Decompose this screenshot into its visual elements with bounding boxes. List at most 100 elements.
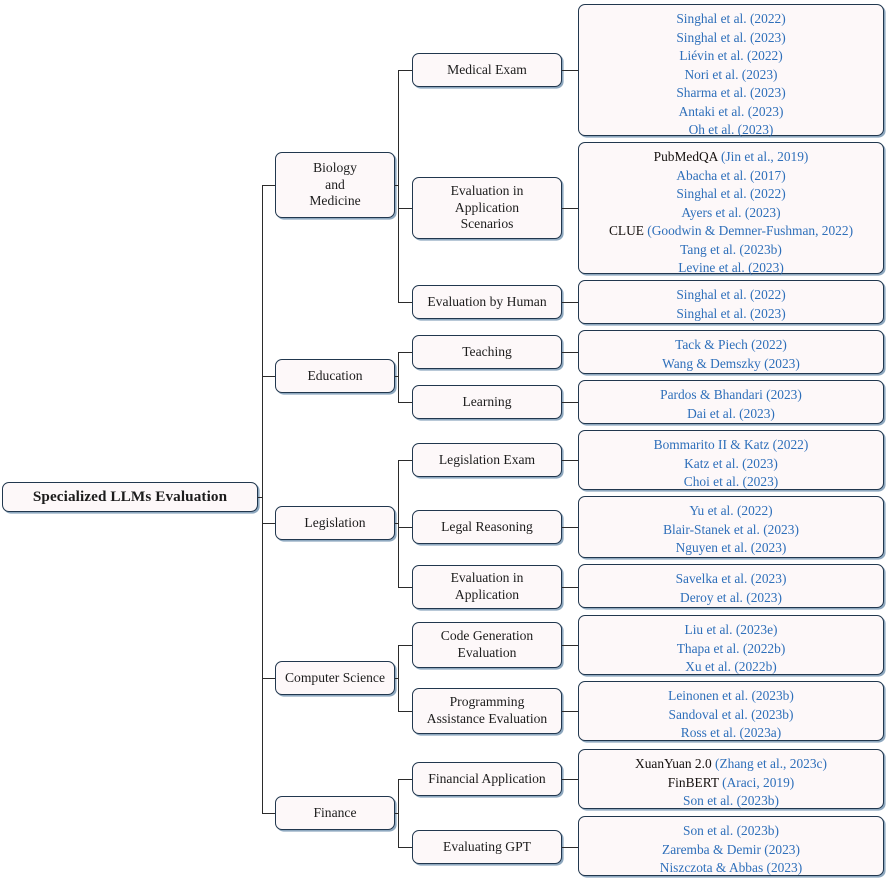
reference-item: Pardos & Bhandari (2023) bbox=[585, 386, 877, 405]
connector-category-to-references bbox=[562, 352, 578, 353]
citation-text: Son et al. (2023b) bbox=[683, 793, 779, 809]
connector-branch-spine bbox=[398, 352, 399, 402]
branch-node-finance[interactable]: Finance bbox=[275, 796, 395, 830]
branch-node-legislation[interactable]: Legislation bbox=[275, 506, 395, 540]
reference-item: Tack & Piech (2022) bbox=[585, 336, 877, 355]
reference-list-teaching[interactable]: Tack & Piech (2022) Wang & Demszky (2023) bbox=[578, 330, 884, 374]
category-node-teaching[interactable]: Teaching bbox=[412, 335, 562, 369]
category-node-programming-assistance-evaluation[interactable]: Programming Assistance Evaluation bbox=[412, 688, 562, 734]
reference-list-legislation-exam[interactable]: Bommarito II & Katz (2022) Katz et al. (2… bbox=[578, 430, 884, 490]
reference-item: Tang et al. (2023b) bbox=[585, 241, 877, 260]
reference-item: Abacha et al. (2017) bbox=[585, 167, 877, 186]
category-node-medical-exam[interactable]: Medical Exam bbox=[412, 53, 562, 87]
benchmark-name-text: FinBERT bbox=[667, 774, 723, 790]
reference-item: Sandoval et al. (2023b) bbox=[585, 706, 877, 725]
reference-item: Sharma et al. (2023) bbox=[585, 84, 877, 103]
connector-category-to-references bbox=[562, 208, 578, 209]
citation-text: Yu et al. (2022) bbox=[689, 503, 773, 518]
connector-branch-to-category bbox=[398, 208, 412, 209]
reference-list-evaluation-in-application[interactable]: Savelka et al. (2023) Deroy et al. (2023) bbox=[578, 564, 884, 608]
reference-list-programming-assistance-evaluation[interactable]: Leinonen et al. (2023b) Sandoval et al. (… bbox=[578, 681, 884, 741]
taxonomy-diagram: Specialized LLMs Evaluation Biology and Med… bbox=[0, 0, 887, 881]
benchmark-name-text: XuanYuan 2.0 bbox=[635, 756, 716, 771]
reference-list-financial-application[interactable]: XuanYuan 2.0 (Zhang et al., 2023c) FinBER… bbox=[578, 749, 884, 809]
category-node-label: Legal Reasoning bbox=[441, 518, 533, 534]
reference-item: Nguyen et al. (2023) bbox=[585, 539, 877, 558]
root-node-specialized-llms-evaluation[interactable]: Specialized LLMs Evaluation bbox=[2, 482, 258, 512]
category-node-code-generation-evaluation[interactable]: Code Generation Evaluation bbox=[412, 622, 562, 668]
category-node-learning[interactable]: Learning bbox=[412, 385, 562, 419]
reference-item: Savelka et al. (2023) bbox=[585, 570, 877, 589]
citation-text: Nguyen et al. (2023) bbox=[675, 540, 787, 556]
connector-branch-to-category bbox=[398, 847, 412, 848]
citation-text: Sharma et al. (2023) bbox=[676, 85, 786, 101]
reference-item: XuanYuan 2.0 (Zhang et al., 2023c) bbox=[585, 755, 877, 774]
reference-list-legal-reasoning[interactable]: Yu et al. (2022) Blair-Stanek et al. (202… bbox=[578, 496, 884, 558]
citation-text: Bommarito II & Katz (2022) bbox=[653, 437, 809, 452]
citation-text: Antaki et al. (2023) bbox=[678, 103, 784, 119]
citation-text: Blair-Stanek et al. (2023) bbox=[663, 521, 799, 537]
reference-list-evaluation-in-application-scenarios[interactable]: PubMedQA (Jin et al., 2019) Abacha et al.… bbox=[578, 142, 884, 275]
reference-item: Wang & Demszky (2023) bbox=[585, 355, 877, 374]
branch-node-biology-and-medicine[interactable]: Biology and Medicine bbox=[275, 152, 395, 218]
connector-branch-spine bbox=[398, 645, 399, 711]
reference-list-learning[interactable]: Pardos & Bhandari (2023) Dai et al. (2023… bbox=[578, 380, 884, 424]
reference-list-evaluation-by-human[interactable]: Singhal et al. (2022) Singhal et al. (202… bbox=[578, 280, 884, 324]
reference-item: Leinonen et al. (2023b) bbox=[585, 687, 877, 706]
citation-text: Tang et al. (2023b) bbox=[680, 241, 782, 257]
citation-text: Leinonen et al. (2023b) bbox=[668, 688, 794, 703]
category-node-evaluation-by-human[interactable]: Evaluation by Human bbox=[412, 285, 562, 319]
citation-text: Sandoval et al. (2023b) bbox=[668, 706, 794, 722]
citation-text: Ayers et al. (2023) bbox=[681, 204, 781, 220]
reference-item: Bommarito II & Katz (2022) bbox=[585, 436, 877, 455]
reference-list-evaluating-gpt[interactable]: Son et al. (2023b) Zaremba & Demir (2023)… bbox=[578, 816, 884, 876]
reference-item: Blair-Stanek et al. (2023) bbox=[585, 521, 877, 540]
connector-branch-spine bbox=[398, 70, 399, 302]
category-node-label: Evaluating GPT bbox=[443, 838, 531, 854]
connector-branch-to-category bbox=[398, 711, 412, 712]
connector-category-to-references bbox=[562, 587, 578, 588]
category-node-label: Legislation Exam bbox=[438, 451, 536, 467]
citation-text: Thapa et al. (2022b) bbox=[676, 640, 786, 656]
reference-item: FinBERT (Araci, 2019) bbox=[585, 774, 877, 793]
category-node-financial-application[interactable]: Financial Application bbox=[412, 762, 562, 796]
reference-list-medical-exam[interactable]: Singhal et al. (2022) Singhal et al. (202… bbox=[578, 4, 884, 137]
connector-category-to-references bbox=[562, 302, 578, 303]
branch-node-label: Legislation bbox=[304, 514, 366, 530]
reference-item: Ayers et al. (2023) bbox=[585, 204, 877, 223]
category-node-evaluation-in-application-scenarios[interactable]: Evaluation in Application Scenarios bbox=[412, 177, 562, 239]
category-node-label: Evaluation in Application bbox=[450, 570, 524, 602]
reference-item: Singhal et al. (2022) bbox=[585, 10, 877, 29]
reference-item: Nori et al. (2023) bbox=[585, 66, 877, 85]
connector-trunk-to-branch bbox=[262, 185, 275, 186]
category-node-label: Programming Assistance Evaluation bbox=[426, 694, 548, 726]
category-node-legislation-exam[interactable]: Legislation Exam bbox=[412, 443, 562, 477]
category-node-evaluation-in-application[interactable]: Evaluation in Application bbox=[412, 565, 562, 609]
reference-item: Son et al. (2023b) bbox=[585, 822, 877, 841]
connector-trunk-to-branch bbox=[262, 678, 275, 679]
citation-text: Niszczota & Abbas (2023) bbox=[659, 860, 803, 876]
citation-text: Choi et al. (2023) bbox=[683, 474, 779, 490]
connector-branch-spine bbox=[398, 460, 399, 587]
citation-text: Nori et al. (2023) bbox=[684, 66, 778, 82]
category-node-legal-reasoning[interactable]: Legal Reasoning bbox=[412, 510, 562, 544]
category-node-evaluating-gpt[interactable]: Evaluating GPT bbox=[412, 830, 562, 864]
reference-item: Liu et al. (2023e) bbox=[585, 621, 877, 640]
connector-branch-to-category bbox=[398, 302, 412, 303]
branch-node-education[interactable]: Education bbox=[275, 359, 395, 393]
citation-text: Katz et al. (2023) bbox=[684, 455, 778, 471]
branch-node-computer-science[interactable]: Computer Science bbox=[275, 661, 395, 695]
connector-category-to-references bbox=[562, 779, 578, 780]
connector-branch-to-category bbox=[398, 460, 412, 461]
citation-text: Pardos & Bhandari (2023) bbox=[660, 387, 802, 402]
connector-root-spine bbox=[262, 185, 263, 813]
citation-text: Savelka et al. (2023) bbox=[675, 571, 787, 586]
connector-trunk-to-branch bbox=[262, 813, 275, 814]
reference-list-code-generation-evaluation[interactable]: Liu et al. (2023e) Thapa et al. (2022b) Xu… bbox=[578, 615, 884, 675]
connector-trunk-to-branch bbox=[262, 523, 275, 524]
connector-category-to-references bbox=[562, 847, 578, 848]
citation-text: Deroy et al. (2023) bbox=[680, 589, 782, 605]
citation-text: Liévin et al. (2022) bbox=[679, 48, 783, 64]
citation-text: Ross et al. (2023a) bbox=[680, 725, 782, 741]
connector-category-to-references bbox=[562, 460, 578, 461]
